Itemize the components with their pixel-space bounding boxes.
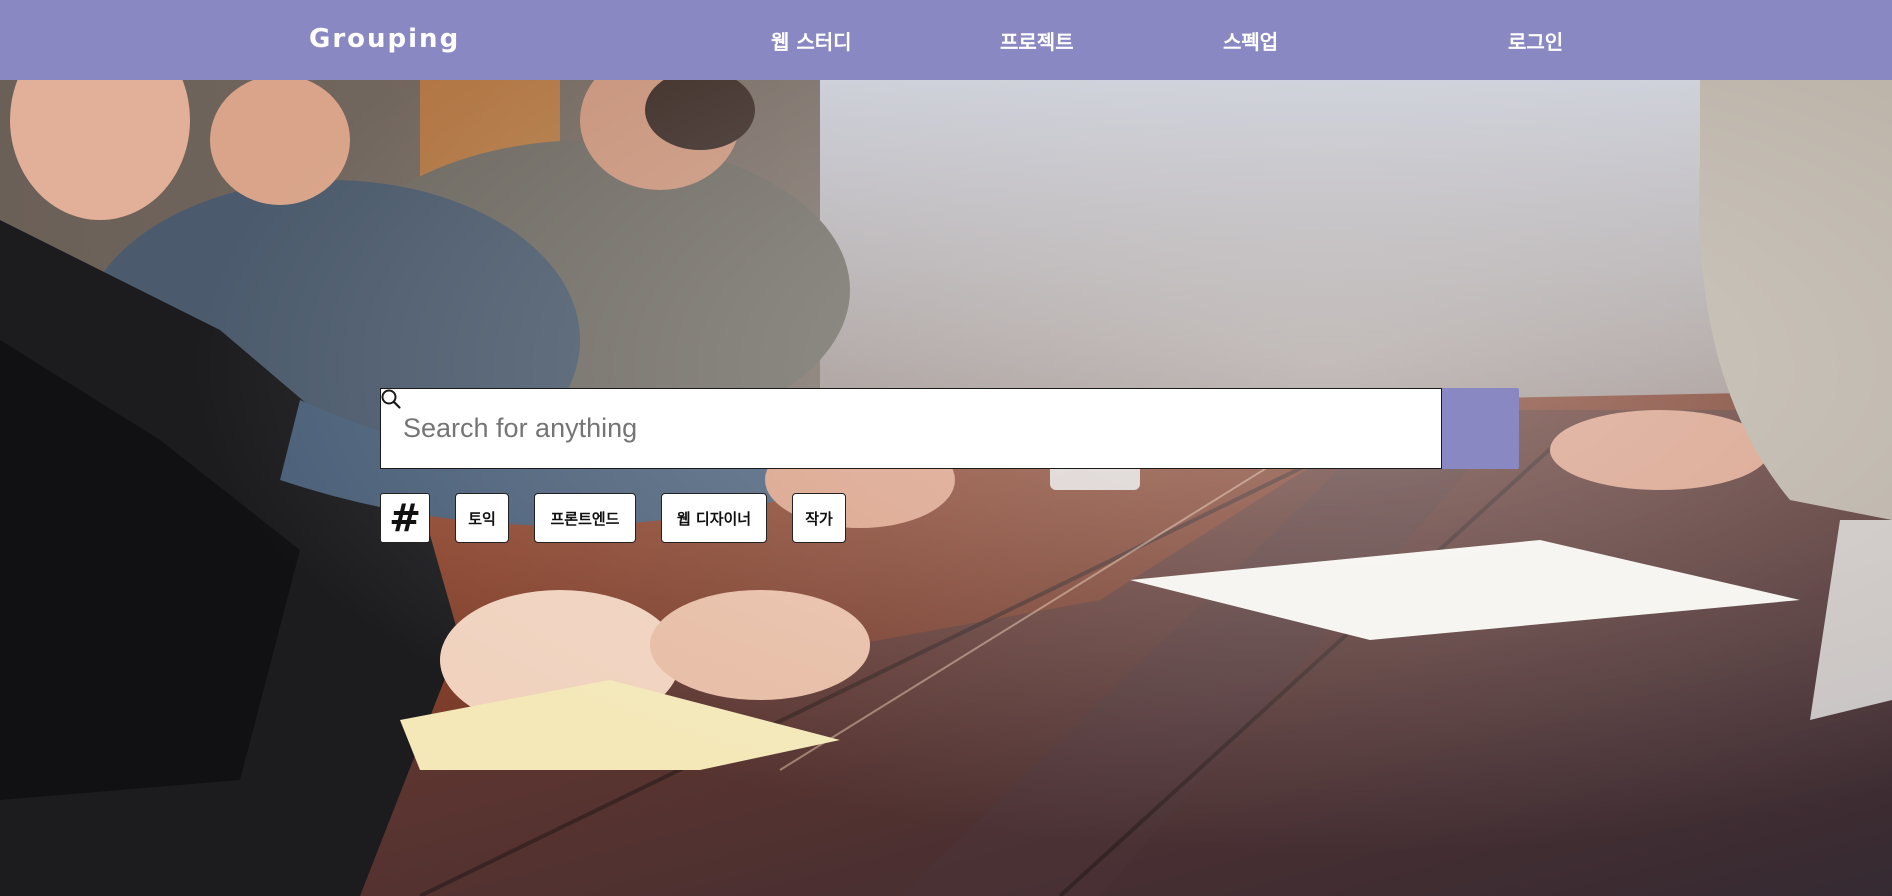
nav-link-login[interactable]: 로그인 bbox=[1508, 26, 1563, 55]
search-input[interactable] bbox=[380, 388, 1442, 469]
tag-toeic[interactable]: 토익 bbox=[455, 493, 509, 543]
hero-image: # 토익 프론트엔드 웹 디자이너 작가 bbox=[0, 80, 1892, 896]
hero-photo bbox=[0, 80, 1892, 896]
nav-link-spec-up[interactable]: 스펙업 bbox=[1223, 26, 1278, 55]
tag-writer[interactable]: 작가 bbox=[792, 493, 846, 543]
nav-link-web-study[interactable]: 웹 스터디 bbox=[771, 26, 852, 55]
search-icon bbox=[381, 389, 401, 409]
tag-web-designer[interactable]: 웹 디자이너 bbox=[661, 493, 767, 543]
nav-link-project[interactable]: 프로젝트 bbox=[1000, 26, 1074, 55]
search-bar bbox=[380, 388, 1519, 469]
navbar: Grouping 웹 스터디 프로젝트 스펙업 로그인 bbox=[0, 0, 1892, 80]
tag-frontend[interactable]: 프론트엔드 bbox=[534, 493, 636, 543]
hashtag-icon: # bbox=[380, 493, 430, 543]
logo[interactable]: Grouping bbox=[309, 24, 460, 54]
search-button[interactable] bbox=[381, 388, 1519, 469]
